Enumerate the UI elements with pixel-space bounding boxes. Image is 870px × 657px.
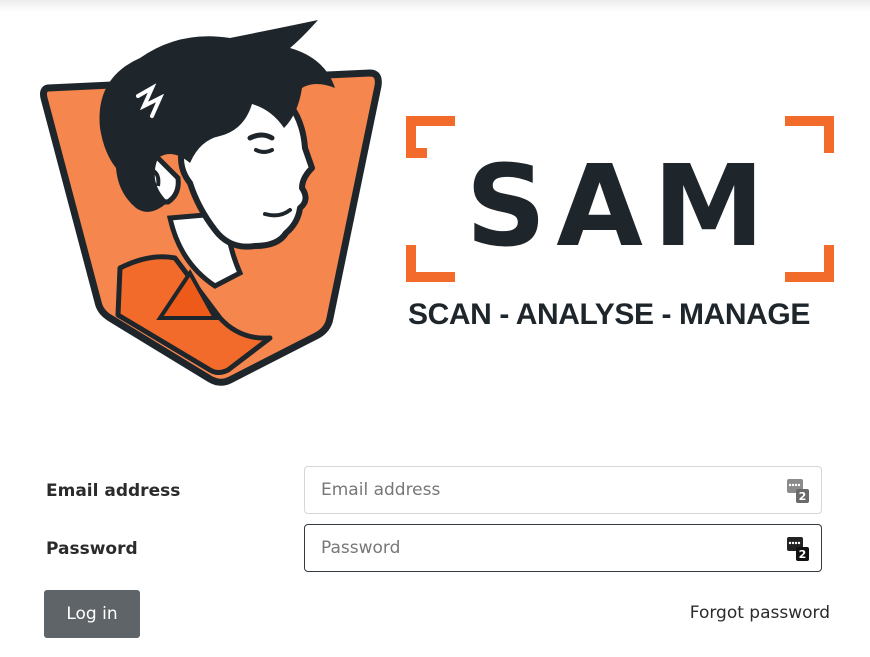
svg-text:2: 2 — [799, 490, 807, 503]
password-manager-icon[interactable]: 2 — [787, 479, 809, 503]
password-field-wrapper: 2 — [304, 524, 822, 572]
password-label: Password — [46, 539, 138, 559]
mascot-logo-icon — [40, 20, 382, 386]
login-button[interactable]: Log in — [44, 590, 140, 638]
password-manager-icon[interactable]: 2 — [787, 537, 809, 561]
password-input[interactable] — [305, 525, 775, 571]
brand-name: SAM — [466, 142, 775, 272]
email-label: Email address — [46, 481, 181, 501]
forgot-password-link[interactable]: Forgot password — [690, 603, 830, 623]
email-field-wrapper: 2 — [304, 466, 822, 514]
brand-logo: SAM SCAN - ANALYSE - MANAGE — [0, 0, 870, 400]
brand-tagline: SCAN - ANALYSE - MANAGE — [408, 298, 810, 331]
email-input[interactable] — [305, 467, 775, 513]
sam-wordmark: SAM — [406, 116, 834, 282]
svg-text:2: 2 — [799, 548, 807, 561]
